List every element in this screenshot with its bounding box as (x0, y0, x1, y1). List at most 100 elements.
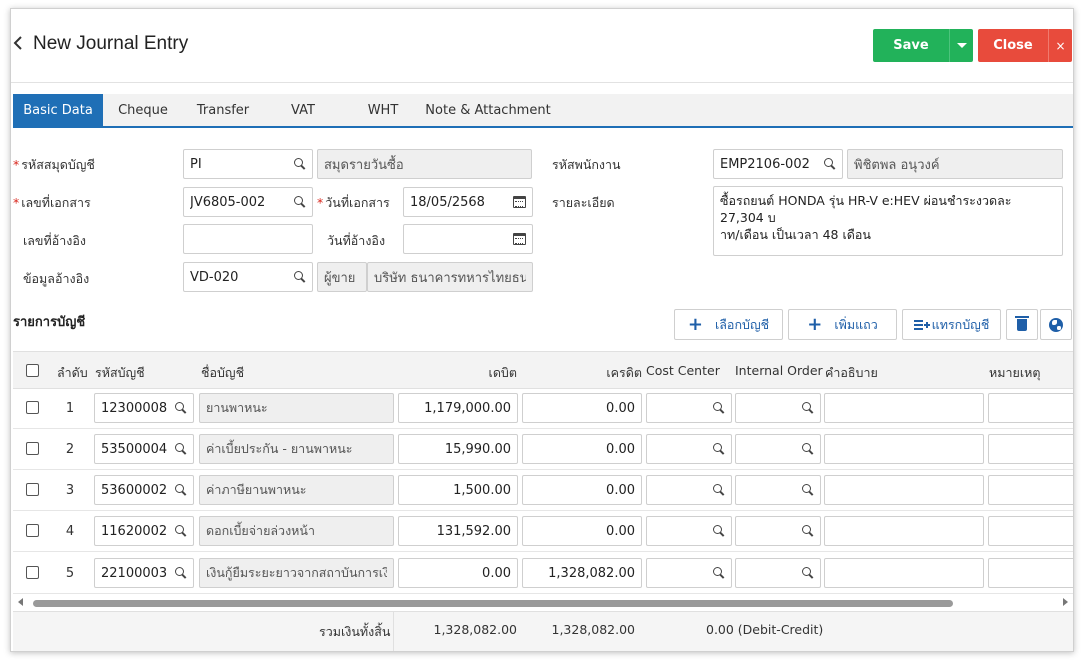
chevron-left-icon[interactable] (13, 35, 25, 55)
delete-button[interactable] (1006, 309, 1038, 340)
debit-field[interactable]: 1,179,000.00 (398, 393, 518, 423)
search-icon[interactable] (713, 484, 725, 496)
scroll-thumb[interactable] (33, 600, 953, 607)
row-checkbox[interactable] (26, 442, 39, 455)
close-button[interactable]: Close (978, 29, 1048, 62)
select-all-checkbox[interactable] (26, 364, 39, 377)
search-icon[interactable] (802, 443, 814, 455)
totals-footer: รวมเงินทั้งสิ้น 1,328,082.00 1,328,082.0… (13, 611, 1073, 651)
ref-date-field[interactable] (403, 224, 533, 254)
credit-field[interactable]: 0.00 (522, 434, 642, 464)
close-x-icon[interactable]: × (1048, 29, 1072, 62)
cost-center-field[interactable] (646, 393, 732, 423)
account-code-field[interactable]: 22100003 (94, 558, 194, 588)
cost-center-field[interactable] (646, 475, 732, 505)
description-field[interactable] (824, 475, 984, 505)
search-icon[interactable] (713, 567, 725, 579)
search-icon[interactable] (802, 525, 814, 537)
cost-center-field[interactable] (646, 516, 732, 546)
credit-field[interactable]: 1,328,082.00 (522, 558, 642, 588)
debit-field[interactable]: 0.00 (398, 558, 518, 588)
ref-no-field[interactable] (183, 224, 313, 254)
search-icon[interactable] (294, 158, 306, 170)
doc-date-field[interactable]: 18/05/2568 (403, 187, 533, 217)
row-checkbox[interactable] (26, 524, 39, 537)
search-icon[interactable] (802, 567, 814, 579)
employee-code-field[interactable]: EMP2106-002 (713, 149, 843, 179)
remark-field[interactable] (988, 393, 1073, 423)
remark-field[interactable] (988, 516, 1073, 546)
description-field[interactable] (824, 516, 984, 546)
row-checkbox[interactable] (26, 566, 39, 579)
row-seq: 4 (65, 524, 75, 539)
tab-transfer[interactable]: Transfer (183, 94, 263, 126)
add-row-button[interactable]: + เพิ่มแถว (788, 309, 897, 340)
account-code-field[interactable]: 11620002 (94, 516, 194, 546)
doc-no-field[interactable]: JV6805-002 (183, 187, 313, 217)
internal-order-field[interactable] (735, 393, 821, 423)
detail-textarea[interactable]: ซื้อรถยนต์ HONDA รุ่น HR-V e:HEV ผ่อนชำร… (713, 186, 1063, 256)
scroll-right-icon[interactable] (1063, 598, 1068, 606)
search-icon[interactable] (713, 402, 725, 414)
description-field[interactable] (824, 434, 984, 464)
calendar-icon[interactable] (513, 233, 526, 245)
cost-center-field[interactable] (646, 434, 732, 464)
select-account-button[interactable]: + เลือกบัญชี (674, 309, 783, 340)
debit-field[interactable]: 1,500.00 (398, 475, 518, 505)
debit-field[interactable]: 131,592.00 (398, 516, 518, 546)
account-code-field[interactable]: 12300008 (94, 393, 194, 423)
insert-account-button[interactable]: แทรกบัญชี (902, 309, 1001, 340)
tab-vat[interactable]: VAT (263, 94, 343, 126)
search-icon[interactable] (175, 443, 187, 455)
remark-field[interactable] (988, 475, 1073, 505)
debit-field[interactable]: 15,990.00 (398, 434, 518, 464)
row-checkbox[interactable] (26, 401, 39, 414)
search-icon[interactable] (824, 158, 836, 170)
globe-button[interactable] (1040, 309, 1072, 340)
header-divider (11, 82, 1073, 83)
row-checkbox[interactable] (26, 483, 39, 496)
description-field[interactable] (824, 558, 984, 588)
horizontal-scrollbar[interactable] (13, 596, 1073, 610)
remark-field[interactable] (988, 434, 1073, 464)
book-code-field[interactable]: PI (183, 149, 313, 179)
cost-center-field[interactable] (646, 558, 732, 588)
credit-field[interactable]: 0.00 (522, 393, 642, 423)
search-icon[interactable] (294, 271, 306, 283)
search-icon[interactable] (175, 402, 187, 414)
scroll-left-icon[interactable] (18, 598, 23, 606)
search-icon[interactable] (175, 525, 187, 537)
account-code-field[interactable]: 53600002 (94, 475, 194, 505)
tab-note-attachment[interactable]: Note & Attachment (423, 94, 553, 126)
table-row: 5 22100003 เงินกู้ยืมระยะยาวจากสถาบันการ… (13, 553, 1073, 594)
internal-order-field[interactable] (735, 516, 821, 546)
search-icon[interactable] (294, 196, 306, 208)
description-field[interactable] (824, 393, 984, 423)
page-title: New Journal Entry (33, 33, 189, 54)
search-icon[interactable] (175, 484, 187, 496)
totals-label: รวมเงินทั้งสิ้น (319, 624, 391, 639)
save-dropdown-button[interactable] (949, 29, 973, 62)
internal-order-field[interactable] (735, 434, 821, 464)
total-credit: 1,328,082.00 (551, 622, 636, 637)
account-code-field[interactable]: 53500004 (94, 434, 194, 464)
internal-order-field[interactable] (735, 558, 821, 588)
tab-basic-data[interactable]: Basic Data (13, 94, 103, 126)
calendar-icon[interactable] (513, 196, 526, 208)
tab-wht[interactable]: WHT (343, 94, 423, 126)
save-button[interactable]: Save (873, 29, 949, 62)
remark-field[interactable] (988, 558, 1073, 588)
tab-cheque[interactable]: Cheque (103, 94, 183, 126)
doc-no-label: * เลขที่เอกสาร (13, 195, 91, 210)
ref-info-field[interactable]: VD-020 (183, 262, 313, 292)
internal-order-field[interactable] (735, 475, 821, 505)
search-icon[interactable] (802, 402, 814, 414)
search-icon[interactable] (802, 484, 814, 496)
search-icon[interactable] (713, 525, 725, 537)
credit-field[interactable]: 0.00 (522, 516, 642, 546)
col-debit: เดบิต (488, 365, 517, 380)
search-icon[interactable] (713, 443, 725, 455)
search-icon[interactable] (175, 567, 187, 579)
credit-field[interactable]: 0.00 (522, 475, 642, 505)
col-credit: เครดิต (606, 365, 642, 380)
